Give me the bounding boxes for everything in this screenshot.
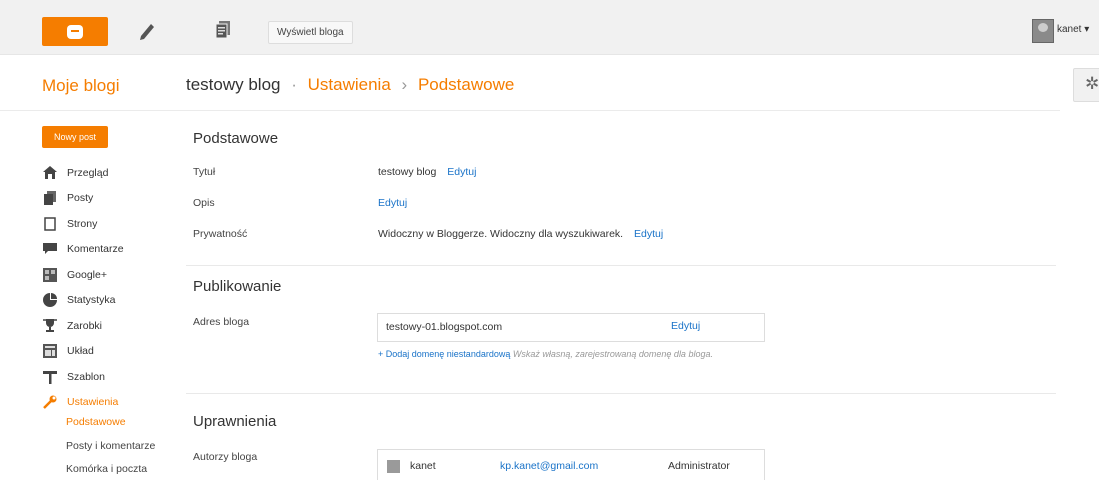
add-custom-domain-link[interactable]: + Dodaj domenę niestandardową [378,349,510,359]
header-divider [0,110,1060,111]
sidebar-item-label: Ustawienia [67,396,119,409]
sidebar-item-googleplus[interactable]: Google+ [42,262,124,288]
sidebar-subitem-mobile-email[interactable]: Komórka i poczta [66,463,147,475]
pages-icon [42,217,58,231]
author-role[interactable]: Administrator [668,460,730,472]
layout-icon [42,344,58,359]
breadcrumb-dot: · [291,75,297,94]
blog-address-box: testowy-01.blogspot.com Edytuj [377,313,765,342]
breadcrumb-settings[interactable]: Ustawienia [308,75,391,94]
blog-address-value: testowy-01.blogspot.com [386,321,503,333]
sidebar-item-overview[interactable]: Przegląd [42,160,124,186]
googleplus-icon [42,267,58,282]
blogger-logo-icon [67,24,83,39]
posts-icon[interactable] [215,20,233,40]
section-divider [186,393,1056,394]
section-divider [186,265,1056,266]
stats-icon [42,293,58,308]
wrench-icon [42,395,58,410]
sidebar-subitem-posts-comments[interactable]: Posty i komentarze [66,440,155,452]
comments-icon [42,242,58,256]
author-email-link[interactable]: kp.kanet@gmail.com [500,460,598,472]
template-icon [42,370,58,384]
section-basic-title: Podstawowe [193,130,279,147]
sidebar-item-earnings[interactable]: Zarobki [42,313,124,339]
user-name: kanet [1057,24,1082,35]
author-name: kanet [410,460,436,472]
gear-icon: ✲ [1085,74,1099,93]
pencil-icon[interactable] [136,19,158,41]
sidebar-item-template[interactable]: Szablon [42,364,124,390]
settings-gear-button[interactable]: ✲ [1073,68,1099,102]
description-edit-link[interactable]: Edytuj [378,197,407,209]
privacy-edit-link[interactable]: Edytuj [634,228,663,240]
sidebar-item-label: Przegląd [67,166,109,179]
sidebar-nav: Przegląd Posty Strony Komentarze Google+… [42,160,124,415]
sidebar-item-stats[interactable]: Statystyka [42,288,124,314]
privacy-label: Prywatność [193,228,248,240]
author-avatar [387,460,400,473]
view-blog-button[interactable]: Wyświetl bloga [268,21,353,44]
sidebar-item-label: Google+ [67,268,107,281]
title-edit-link[interactable]: Edytuj [447,166,476,178]
top-bar: Wyświetl bloga kanet ▾ [0,0,1099,55]
sidebar-item-label: Strony [67,217,98,230]
sidebar-item-label: Komentarze [67,243,124,256]
sidebar-item-layout[interactable]: Układ [42,339,124,365]
blogger-logo-button[interactable] [42,17,108,46]
blog-authors-label: Autorzy bloga [193,451,258,463]
user-avatar[interactable] [1032,19,1054,43]
blog-address-edit-link[interactable]: Edytuj [671,320,700,332]
blog-address-label: Adres bloga [193,316,250,328]
sidebar-item-label: Układ [67,345,94,358]
description-value-row: Edytuj [378,197,407,209]
sidebar-item-settings[interactable]: Ustawienia [42,390,124,416]
sidebar-item-label: Zarobki [67,319,103,332]
title-label: Tytuł [193,166,216,178]
sidebar-item-pages[interactable]: Strony [42,211,124,237]
breadcrumb: testowy blog · Ustawienia › Podstawowe [186,75,514,95]
user-menu[interactable]: kanet ▾ [1057,24,1089,35]
breadcrumb-arrow: › [401,75,408,94]
section-permissions-title: Uprawnienia [193,413,277,430]
sidebar-item-label: Szablon [67,370,105,383]
custom-domain-help-text: Wskaż własną, zarejestrowaną domenę dla … [512,349,713,359]
custom-domain-help: + Dodaj domenę niestandardową Wskaż włas… [378,348,758,360]
chevron-down-icon: ▾ [1084,24,1090,35]
sidebar-subitem-basic[interactable]: Podstawowe [66,416,126,428]
privacy-value: Widoczny w Bloggerze. Widoczny dla wyszu… [378,228,624,240]
breadcrumb-basic: Podstawowe [417,75,515,94]
privacy-value-row: Widoczny w Bloggerze. Widoczny dla wyszu… [378,228,663,240]
breadcrumb-blog-name[interactable]: testowy blog [186,75,281,94]
new-post-button[interactable]: Nowy post [42,126,108,148]
sidebar-item-label: Posty [67,192,94,205]
house-icon [42,166,58,180]
sidebar-item-posts[interactable]: Posty [42,186,124,212]
authors-table: kanet kp.kanet@gmail.com Administrator [377,449,765,480]
my-blogs-link[interactable]: Moje blogi [42,76,120,96]
section-publishing-title: Publikowanie [193,278,282,295]
trophy-icon [42,318,58,333]
description-label: Opis [193,197,215,209]
sidebar-item-label: Statystyka [67,294,116,307]
sidebar-item-comments[interactable]: Komentarze [42,237,124,263]
posts-icon [42,191,58,206]
title-value: testowy blog [378,166,437,178]
title-value-row: testowy blog Edytuj [378,166,476,178]
